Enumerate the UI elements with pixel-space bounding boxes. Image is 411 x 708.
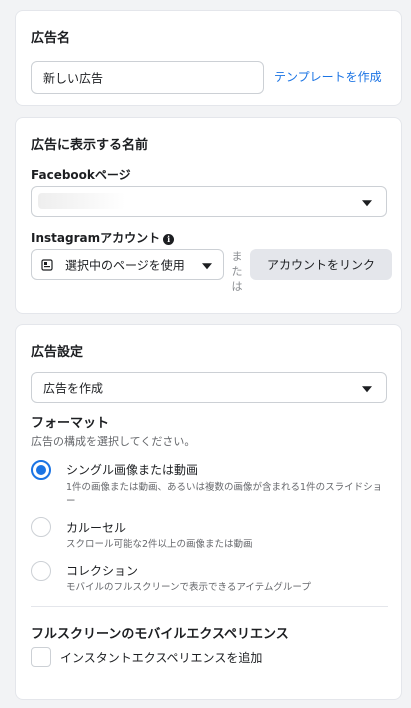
- chevron-down-icon: [362, 385, 372, 392]
- format-hint: 広告の構成を選択してください。: [31, 435, 196, 448]
- instagram-account-value: 選択中のページを使用: [65, 258, 185, 272]
- divider: [31, 606, 388, 607]
- instant-experience-label[interactable]: インスタントエクスペリエンスを追加: [60, 649, 262, 666]
- page-icon: [41, 258, 53, 271]
- option-single-image-video-title[interactable]: シングル画像または動画: [66, 461, 198, 478]
- chevron-down-icon: [362, 199, 372, 206]
- ad-name-card: 広告名 新しい広告 テンプレートを作成: [15, 10, 402, 106]
- ad-setup-title: 広告設定: [31, 345, 84, 360]
- instagram-account-label-text: Instagramアカウント: [31, 231, 161, 245]
- option-collection-desc: モバイルのフルスクリーンで表示できるアイテムグループ: [66, 582, 311, 593]
- ad-setup-card: 広告設定 広告を作成 フォーマット 広告の構成を選択してください。 シングル画像…: [15, 324, 402, 700]
- instant-experience-checkbox[interactable]: [31, 647, 51, 667]
- identity-title: 広告に表示する名前: [31, 138, 149, 153]
- create-ad-select[interactable]: 広告を作成: [31, 372, 387, 403]
- radio-carousel[interactable]: [31, 517, 51, 537]
- identity-card: 広告に表示する名前 Facebookページ Instagramアカウント i 選択…: [15, 117, 402, 314]
- link-account-button[interactable]: アカウントをリンク: [250, 249, 392, 280]
- radio-collection[interactable]: [31, 561, 51, 581]
- option-carousel-desc: スクロール可能な2件以上の画像または動画: [66, 539, 253, 550]
- option-carousel-title[interactable]: カルーセル: [66, 519, 126, 536]
- create-ad-select-value: 広告を作成: [43, 381, 104, 395]
- instagram-account-label: Instagramアカウント i: [31, 229, 175, 246]
- format-label: フォーマット: [31, 416, 110, 431]
- ad-name-input-value: 新しい広告: [43, 71, 104, 85]
- facebook-page-name-redacted: [38, 193, 126, 209]
- info-icon[interactable]: i: [163, 234, 175, 245]
- fullscreen-mobile-label: フルスクリーンのモバイルエクスペリエンス: [31, 627, 289, 642]
- create-template-link[interactable]: テンプレートを作成: [274, 68, 382, 85]
- option-collection-title[interactable]: コレクション: [66, 562, 138, 579]
- ad-name-input[interactable]: 新しい広告: [31, 61, 264, 94]
- radio-single-image-video[interactable]: [31, 460, 51, 480]
- facebook-page-label: Facebookページ: [31, 168, 131, 182]
- ad-name-title: 広告名: [31, 31, 71, 46]
- instagram-account-select[interactable]: 選択中のページを使用: [31, 249, 224, 280]
- option-single-image-video-desc: 1件の画像または動画、あるいは複数の画像が含まれる1件のスライドショー: [66, 482, 383, 507]
- chevron-down-icon: [202, 262, 212, 269]
- facebook-page-select[interactable]: [31, 186, 387, 217]
- or-text: または: [231, 250, 243, 293]
